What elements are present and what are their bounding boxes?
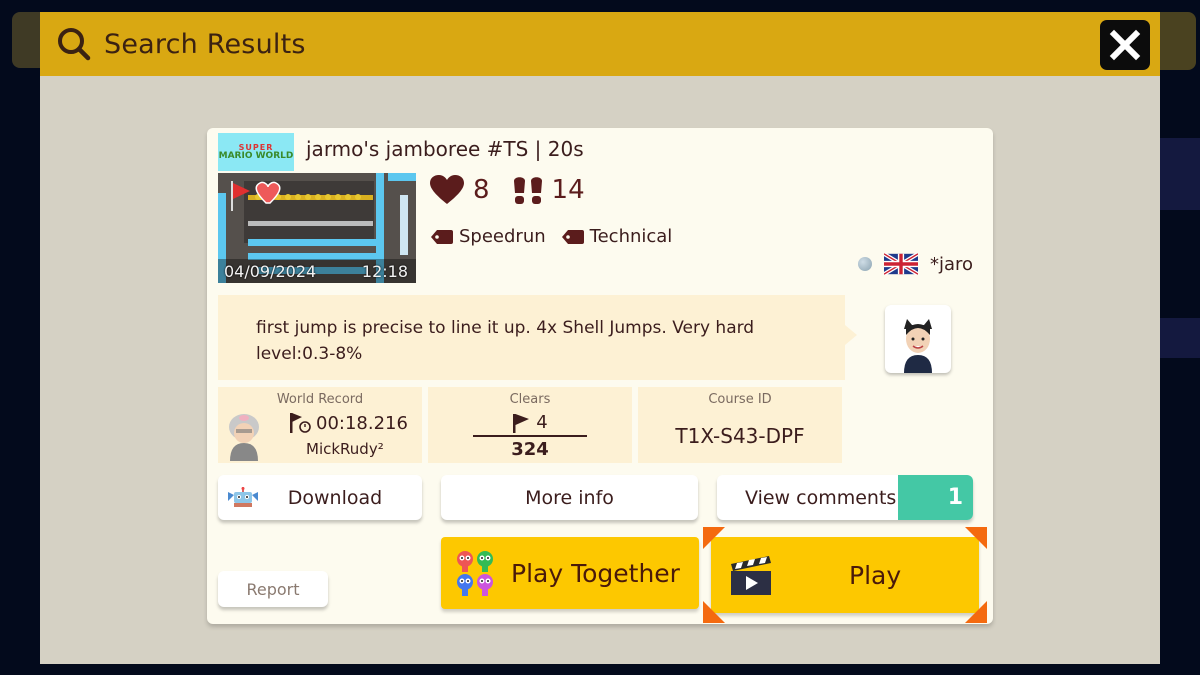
play-button[interactable]: Play (703, 527, 987, 623)
maker-name: *jaro (929, 253, 973, 275)
comment-count-badge: 1 (898, 475, 973, 520)
close-icon (1109, 29, 1141, 61)
selection-corner (965, 527, 987, 549)
course-id-label: Course ID (708, 392, 772, 407)
background-panel (1160, 318, 1200, 358)
dialog-header: Search Results (40, 12, 1160, 76)
more-info-label: More info (525, 486, 614, 509)
world-record-time-value: 00:18.216 (316, 412, 408, 434)
wr-holder-avatar-icon (229, 414, 259, 461)
close-button[interactable] (1100, 20, 1150, 70)
plays-count: 14 (551, 175, 585, 205)
course-title: jarmo's jamboree #TS | 20s (306, 137, 584, 161)
mii-avatar-icon (904, 319, 932, 373)
tag-icon (431, 229, 453, 244)
selection-corner (703, 527, 725, 549)
clears-box: Clears 4 324 (428, 387, 632, 463)
tag-icon (561, 229, 584, 244)
selection-corner (965, 601, 987, 623)
download-label: Download (287, 486, 383, 509)
plays-stat: 14 (512, 175, 585, 205)
dialog-title: Search Results (104, 28, 306, 60)
world-record-label: World Record (276, 392, 364, 407)
footprints-icon (513, 177, 542, 204)
upload-time: 12:18 (361, 262, 408, 281)
tag-label: Technical (589, 226, 673, 247)
tag-label: Speedrun (459, 226, 546, 247)
tag-item: Speedrun (431, 226, 546, 247)
clears-value: 4 (536, 412, 548, 433)
course-id-box: Course ID T1X-S43-DPF (638, 387, 842, 463)
upload-date: 04/09/2024 (224, 262, 317, 281)
view-comments-button[interactable]: View comments 1 (717, 475, 973, 520)
course-thumbnail[interactable]: 04/09/2024 12:18 (218, 173, 416, 283)
tag-item: Technical (561, 226, 673, 247)
play-together-label: Play Together (511, 558, 680, 588)
course-description: first jump is precise to line it up. 4x … (218, 295, 857, 380)
selection-corner (703, 601, 725, 623)
download-button[interactable]: Download (218, 475, 422, 520)
course-tags: Speedrun Technical (431, 226, 688, 247)
flag-timer-icon (290, 413, 311, 433)
clapperboard-icon (731, 556, 771, 595)
clears-label: Clears (509, 392, 551, 407)
course-id-value: T1X-S43-DPF (675, 424, 805, 448)
play-label: Play (849, 560, 902, 590)
report-button[interactable]: Report (218, 571, 328, 607)
course-stats: 8 14 (429, 175, 607, 205)
multiplayer-icon (457, 551, 493, 596)
likes-count: 8 (473, 175, 490, 205)
maker-rank-dot-icon (857, 257, 872, 271)
clears-divider (473, 435, 587, 437)
game-style-badge: SUPER MARIO WORLD (218, 133, 294, 171)
world-record-holder: MickRudy² (306, 440, 384, 458)
play-together-button[interactable]: Play Together (441, 537, 699, 609)
clears-count: 4 (428, 412, 632, 433)
report-label: Report (246, 579, 300, 599)
background-panel (1160, 138, 1200, 210)
game-style-line2: MARIO WORLD (218, 150, 294, 161)
heart-icon (430, 175, 464, 204)
maker-info[interactable]: *jaro (857, 253, 973, 275)
search-results-dialog: Search Results SUPER MARIO WORLD jarmo's… (40, 12, 1160, 664)
maker-avatar[interactable] (885, 305, 951, 373)
attempts-count: 324 (511, 439, 549, 460)
likes-stat: 8 (429, 175, 490, 205)
world-record-box[interactable]: World Record 00:18.216 MickRudy² (218, 387, 422, 463)
more-info-button[interactable]: More info (441, 475, 698, 520)
course-card: SUPER MARIO WORLD jarmo's jamboree #TS |… (207, 128, 993, 624)
goal-flag-icon (513, 413, 530, 433)
world-record-time: 00:18.216 (288, 412, 408, 434)
uk-flag-icon (883, 253, 918, 275)
robot-icon (228, 487, 258, 507)
search-icon (58, 28, 91, 61)
view-comments-label: View comments (745, 486, 897, 509)
